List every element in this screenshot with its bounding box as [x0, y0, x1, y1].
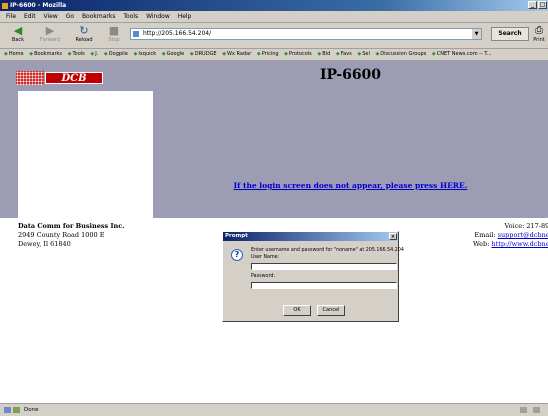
- back-label: Back: [11, 37, 25, 43]
- minimize-button[interactable]: _: [528, 1, 537, 9]
- bookmark-drudge[interactable]: DRUDGE: [190, 51, 217, 57]
- bookmark-dogpile[interactable]: Dogpile: [104, 51, 128, 57]
- reload-icon: ↻: [79, 24, 89, 37]
- password-field[interactable]: [251, 282, 397, 289]
- menu-tools[interactable]: Tools: [123, 13, 138, 20]
- status-text: Done: [24, 407, 39, 413]
- back-arrow-icon: ◀: [13, 24, 23, 37]
- url-text: http://205.166.54.204/: [143, 30, 212, 37]
- menu-bar: File Edit View Go Bookmarks Tools Window…: [0, 11, 548, 23]
- bookmark-protocols[interactable]: Protocols: [284, 51, 312, 57]
- company-name: Data Comm for Business Inc.: [18, 222, 125, 230]
- security-icon: [4, 407, 11, 413]
- lock-icon: [533, 407, 540, 413]
- main-panel: If the login screen does not appear, ple…: [153, 91, 548, 218]
- bookmark-sel[interactable]: Sel: [357, 51, 370, 57]
- bookmark-tools[interactable]: Tools: [68, 51, 85, 57]
- forward-label: Forward: [39, 37, 61, 43]
- web-link[interactable]: http://www.dcbnet.com: [491, 240, 548, 248]
- stop-button[interactable]: ■ Stop: [100, 24, 128, 46]
- cancel-button[interactable]: Cancel: [317, 305, 345, 316]
- username-field[interactable]: [251, 263, 397, 270]
- bookmarks-toolbar: Home Bookmarks Tools J. Dogpile Ixquick …: [0, 49, 548, 61]
- bookmark-ixquick[interactable]: Ixquick: [134, 51, 157, 57]
- street-address: 2949 County Road 1000 E: [18, 231, 105, 239]
- search-button[interactable]: Search: [491, 27, 529, 41]
- page-title: IP-6600: [319, 67, 382, 83]
- bookmark-cnet[interactable]: CNET News.com -- T...: [432, 51, 492, 57]
- logo-dots: [16, 71, 44, 85]
- menu-window[interactable]: Window: [146, 13, 170, 20]
- menu-go[interactable]: Go: [66, 13, 74, 20]
- online-icon: [13, 407, 20, 413]
- username-label: User Name:: [251, 255, 280, 260]
- question-icon: ?: [231, 249, 243, 261]
- status-bar: Done: [0, 403, 548, 416]
- bookmark-favs[interactable]: Favs: [336, 51, 352, 57]
- ok-button[interactable]: OK: [283, 305, 311, 316]
- url-dropdown-icon[interactable]: ▼: [472, 29, 481, 39]
- page-icon: [133, 31, 139, 37]
- navigation-toolbar: ◀ Back ▶ Forward ↻ Reload ■ Stop http://…: [0, 23, 548, 49]
- bookmark-wx-radar[interactable]: Wx Radar: [222, 51, 251, 57]
- bookmark-home[interactable]: Home: [4, 51, 24, 57]
- forward-button[interactable]: ▶ Forward: [36, 24, 64, 46]
- dialog-message: Enter username and password for "noname"…: [251, 248, 404, 253]
- dialog-close-button[interactable]: ×: [389, 233, 397, 240]
- menu-file[interactable]: File: [6, 13, 16, 20]
- bookmark-discussion-groups[interactable]: Discussion Groups: [375, 51, 426, 57]
- dcb-logo: DCB: [16, 71, 116, 85]
- reload-button[interactable]: ↻ Reload: [70, 24, 98, 46]
- printer-icon: ⎙: [535, 25, 543, 36]
- maximize-button[interactable]: □: [538, 1, 547, 9]
- connection-icon: [520, 407, 527, 413]
- email-link[interactable]: support@dcbnet.com: [498, 231, 548, 239]
- dialog-title: Prompt: [225, 233, 248, 239]
- sidebar-border: [0, 91, 18, 218]
- dialog-titlebar: Prompt ×: [223, 232, 398, 241]
- stop-label: Stop: [108, 37, 120, 43]
- menu-view[interactable]: View: [44, 13, 58, 20]
- bookmark-bookmarks[interactable]: Bookmarks: [29, 51, 62, 57]
- url-field[interactable]: http://205.166.54.204/ ▼: [130, 28, 482, 40]
- password-label: Password:: [251, 274, 276, 279]
- window-title: IP-6600 - Mozilla: [10, 2, 67, 9]
- print-label: Print: [533, 37, 545, 43]
- window-titlebar: IP-6600 - Mozilla _ □: [0, 0, 548, 11]
- mozilla-icon: [2, 2, 8, 9]
- city-address: Dewey, Il 61840: [18, 240, 71, 248]
- email-label: Email:: [474, 231, 496, 239]
- contact-info: Voice: 217-897-660 Email: support@dcbnet…: [420, 222, 548, 249]
- back-button[interactable]: ◀ Back: [4, 24, 32, 46]
- bookmark-bid[interactable]: Bid: [317, 51, 330, 57]
- print-button[interactable]: ⎙ Print: [530, 24, 548, 46]
- forward-arrow-icon: ▶: [45, 24, 55, 37]
- search-label: Search: [498, 30, 522, 37]
- bookmark-j[interactable]: J.: [90, 51, 98, 57]
- bookmark-google[interactable]: Google: [162, 51, 185, 57]
- login-link[interactable]: If the login screen does not appear, ple…: [153, 181, 548, 190]
- sidebar-panel: [18, 91, 153, 218]
- login-prompt-dialog: Prompt × ? Enter username and password f…: [222, 231, 404, 322]
- reload-label: Reload: [75, 37, 93, 43]
- company-address: Data Comm for Business Inc. 2949 County …: [18, 222, 124, 249]
- header-title-area: IP-6600: [153, 61, 548, 91]
- stop-icon: ■: [108, 24, 120, 37]
- voice-number: Voice: 217-897-660: [504, 222, 548, 230]
- logo-text: DCB: [45, 72, 103, 84]
- header-logo-area: DCB: [0, 61, 153, 91]
- page-content: DCB IP-6600 If the login screen does not…: [0, 61, 548, 403]
- menu-help[interactable]: Help: [178, 13, 192, 20]
- menu-edit[interactable]: Edit: [24, 13, 36, 20]
- web-label: Web:: [473, 240, 490, 248]
- menu-bookmarks[interactable]: Bookmarks: [82, 13, 116, 20]
- bookmark-pricing[interactable]: Pricing: [257, 51, 279, 57]
